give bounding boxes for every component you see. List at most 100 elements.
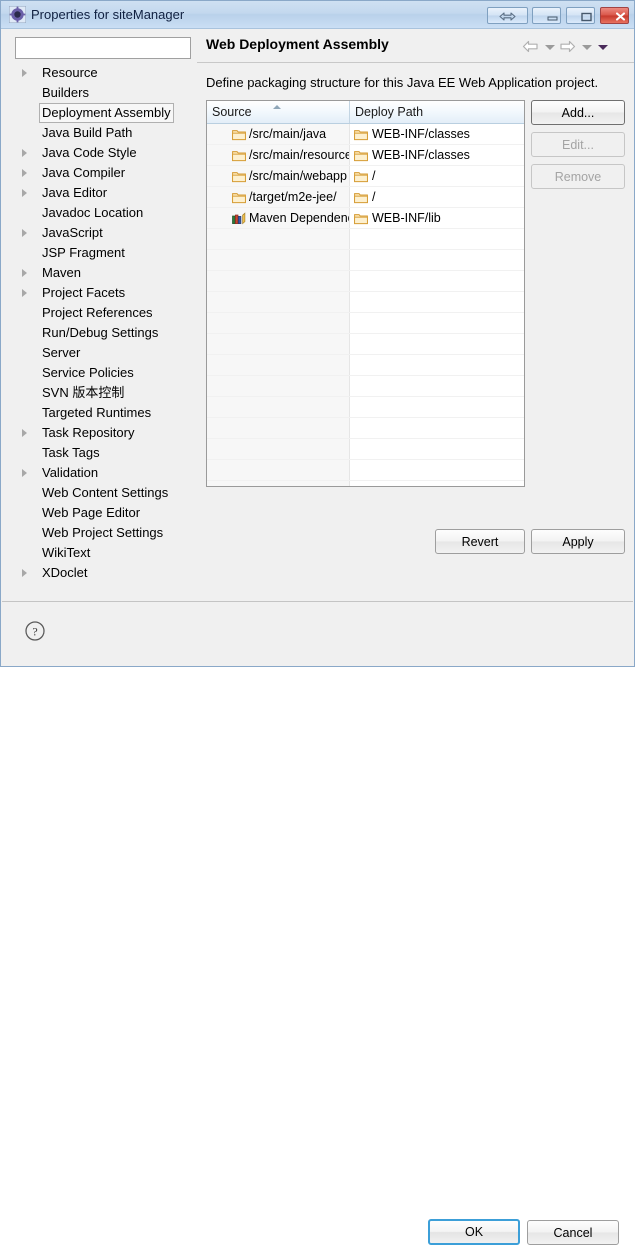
cell-source-empty bbox=[207, 313, 350, 333]
cell-source-label: /src/main/java bbox=[249, 127, 327, 141]
sidebar-item-label: Targeted Runtimes bbox=[42, 405, 152, 420]
sidebar-item-web-project-settings[interactable]: Web Project Settings bbox=[11, 523, 194, 543]
expand-triangle-icon[interactable] bbox=[22, 229, 27, 237]
deployment-assembly-table[interactable]: Source Deploy Path /src/main/java WEB-INF… bbox=[206, 100, 525, 487]
back-chevron-down-icon[interactable] bbox=[545, 45, 555, 50]
minimize-icon[interactable] bbox=[532, 7, 561, 24]
filter-input[interactable] bbox=[16, 38, 190, 58]
expand-triangle-icon[interactable] bbox=[22, 289, 27, 297]
table-row-empty[interactable] bbox=[207, 439, 524, 460]
expand-triangle-icon[interactable] bbox=[22, 149, 27, 157]
sidebar-item-project-references[interactable]: Project References bbox=[11, 303, 194, 323]
sidebar-item-resource[interactable]: Resource bbox=[11, 63, 194, 83]
column-header-deploy-path[interactable]: Deploy Path bbox=[350, 101, 524, 123]
sidebar-item-validation[interactable]: Validation bbox=[11, 463, 194, 483]
sidebar-item-maven[interactable]: Maven bbox=[11, 263, 194, 283]
sidebar-item-label: Javadoc Location bbox=[42, 205, 144, 220]
table-row[interactable]: Maven Dependencies WEB-INF/lib bbox=[207, 208, 524, 229]
sidebar-item-service-policies[interactable]: Service Policies bbox=[11, 363, 194, 383]
table-row-empty[interactable] bbox=[207, 418, 524, 439]
view-menu-chevron-down-icon[interactable] bbox=[598, 45, 608, 50]
table-row-empty[interactable] bbox=[207, 376, 524, 397]
sidebar-item-javadoc-location[interactable]: Javadoc Location bbox=[11, 203, 194, 223]
expand-triangle-icon[interactable] bbox=[22, 69, 27, 77]
sidebar-item-targeted-runtimes[interactable]: Targeted Runtimes bbox=[11, 403, 194, 423]
back-arrow-icon[interactable] bbox=[522, 40, 539, 58]
table-row[interactable]: /src/main/webapp / bbox=[207, 166, 524, 187]
sidebar-item-deployment-assembly[interactable]: Deployment Assembly bbox=[11, 103, 194, 123]
cell-deploy-path[interactable]: / bbox=[350, 187, 524, 207]
column-header-source-label: Source bbox=[212, 105, 252, 119]
revert-button[interactable]: Revert bbox=[435, 529, 525, 554]
sidebar-item-label: SVN 版本控制 bbox=[42, 385, 125, 400]
cell-source-empty bbox=[207, 334, 350, 354]
sidebar-item-server[interactable]: Server bbox=[11, 343, 194, 363]
table-row-empty[interactable] bbox=[207, 292, 524, 313]
sidebar-item-java-editor[interactable]: Java Editor bbox=[11, 183, 194, 203]
sidebar-item-wikitext[interactable]: WikiText bbox=[11, 543, 194, 563]
sidebar-item-web-content-settings[interactable]: Web Content Settings bbox=[11, 483, 194, 503]
cell-source-empty bbox=[207, 460, 350, 480]
cell-source[interactable]: /src/main/java bbox=[207, 124, 350, 144]
table-row-empty[interactable] bbox=[207, 313, 524, 334]
table-row-empty[interactable] bbox=[207, 397, 524, 418]
table-row-empty[interactable] bbox=[207, 334, 524, 355]
cell-deploy-path[interactable]: WEB-INF/classes bbox=[350, 124, 524, 144]
sidebar-item-svn[interactable]: SVN 版本控制 bbox=[11, 383, 194, 403]
folder-icon bbox=[232, 127, 246, 141]
sidebar-item-project-facets[interactable]: Project Facets bbox=[11, 283, 194, 303]
cell-deploy-path[interactable]: / bbox=[350, 166, 524, 186]
table-row-empty[interactable] bbox=[207, 355, 524, 376]
cell-source[interactable]: /target/m2e-jee/ bbox=[207, 187, 350, 207]
maximize-icon[interactable] bbox=[566, 7, 595, 24]
cell-deploy-path[interactable]: WEB-INF/classes bbox=[350, 145, 524, 165]
sidebar-item-task-tags[interactable]: Task Tags bbox=[11, 443, 194, 463]
cell-source[interactable]: Maven Dependencies bbox=[207, 208, 350, 228]
sidebar-item-java-compiler[interactable]: Java Compiler bbox=[11, 163, 194, 183]
table-row[interactable]: /src/main/java WEB-INF/classes bbox=[207, 124, 524, 145]
sidebar-item-web-page-editor[interactable]: Web Page Editor bbox=[11, 503, 194, 523]
expand-triangle-icon[interactable] bbox=[22, 429, 27, 437]
sidebar-item-task-repository[interactable]: Task Repository bbox=[11, 423, 194, 443]
cell-source[interactable]: /src/main/webapp bbox=[207, 166, 350, 186]
ok-button[interactable]: OK bbox=[428, 1219, 520, 1245]
table-row-empty[interactable] bbox=[207, 481, 524, 486]
table-row-empty[interactable] bbox=[207, 250, 524, 271]
cell-deploy-path[interactable]: WEB-INF/lib bbox=[350, 208, 524, 228]
add-button[interactable]: Add... bbox=[531, 100, 625, 125]
forward-chevron-down-icon[interactable] bbox=[582, 45, 592, 50]
cancel-button[interactable]: Cancel bbox=[527, 1220, 619, 1245]
sidebar-item-jsp-fragment[interactable]: JSP Fragment bbox=[11, 243, 194, 263]
sidebar-item-java-code-style[interactable]: Java Code Style bbox=[11, 143, 194, 163]
sidebar-item-java-build-path[interactable]: Java Build Path bbox=[11, 123, 194, 143]
table-row-empty[interactable] bbox=[207, 229, 524, 250]
column-header-source[interactable]: Source bbox=[207, 101, 350, 123]
expand-triangle-icon[interactable] bbox=[22, 569, 27, 577]
table-row[interactable]: /target/m2e-jee/ / bbox=[207, 187, 524, 208]
help-icon[interactable]: ? bbox=[24, 620, 46, 642]
forward-arrow-icon[interactable] bbox=[559, 40, 576, 58]
close-icon[interactable] bbox=[600, 7, 629, 24]
expand-triangle-icon[interactable] bbox=[22, 189, 27, 197]
cell-source-label: Maven Dependencies bbox=[249, 211, 349, 225]
sidebar-item-builders[interactable]: Builders bbox=[11, 83, 194, 103]
resize-arrows-icon[interactable] bbox=[487, 7, 528, 24]
table-row[interactable]: /src/main/resources WEB-INF/classes bbox=[207, 145, 524, 166]
sidebar-item-javascript[interactable]: JavaScript bbox=[11, 223, 194, 243]
expand-triangle-icon[interactable] bbox=[22, 269, 27, 277]
table-row-empty[interactable] bbox=[207, 271, 524, 292]
sidebar-item-xdoclet[interactable]: XDoclet bbox=[11, 563, 194, 583]
sidebar-item-run-debug-settings[interactable]: Run/Debug Settings bbox=[11, 323, 194, 343]
cell-deploy-path-label: WEB-INF/classes bbox=[372, 127, 470, 141]
cell-source[interactable]: /src/main/resources bbox=[207, 145, 350, 165]
cell-source-empty bbox=[207, 292, 350, 312]
apply-button[interactable]: Apply bbox=[531, 529, 625, 554]
filter-box[interactable] bbox=[15, 37, 191, 59]
folder-icon bbox=[354, 211, 368, 225]
expand-triangle-icon[interactable] bbox=[22, 469, 27, 477]
expand-triangle-icon[interactable] bbox=[22, 169, 27, 177]
folder-icon bbox=[354, 190, 368, 204]
preference-tree[interactable]: Resource Builders Deployment Assembly Java … bbox=[11, 63, 194, 600]
panel-description: Define packaging structure for this Java… bbox=[206, 75, 599, 90]
table-row-empty[interactable] bbox=[207, 460, 524, 481]
